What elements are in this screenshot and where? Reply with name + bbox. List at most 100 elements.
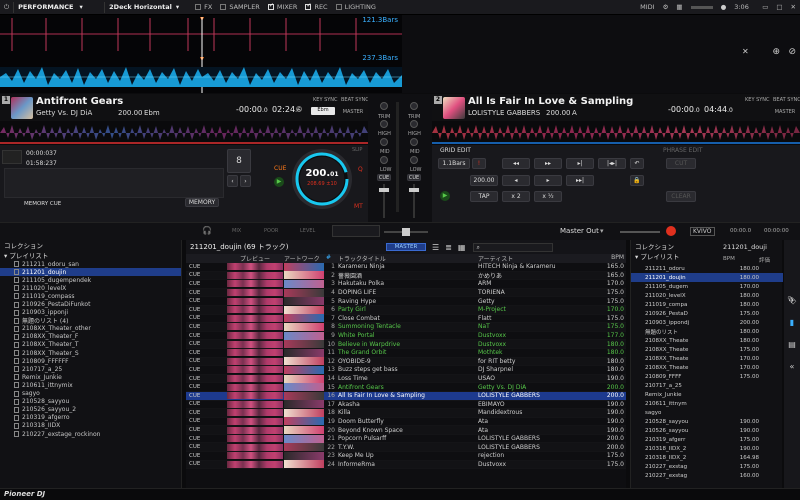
- col-title[interactable]: トラックタイトル: [338, 254, 478, 263]
- tree-playlist-item[interactable]: 210319_afgerro: [0, 414, 181, 422]
- search-input[interactable]: ⌕: [473, 242, 554, 252]
- tree-playlist-item[interactable]: 210227_exstage_rockinon: [0, 430, 181, 438]
- beat-sync-label[interactable]: BEAT SYNC: [341, 97, 369, 103]
- table-row[interactable]: CUE 8 Summoning Tentacle NaT 175.0: [186, 322, 626, 332]
- headphones-icon[interactable]: 🎧: [202, 226, 212, 235]
- clear-button[interactable]: CLEAR: [666, 191, 696, 202]
- deck-2-waveform[interactable]: [432, 121, 800, 145]
- crossfader[interactable]: [384, 228, 428, 236]
- grid-reset-button[interactable]: |◂▸|: [598, 158, 626, 169]
- mini-row[interactable]: 210318_IIDX_2 190.00: [631, 444, 783, 453]
- eject-icon[interactable]: [296, 106, 302, 112]
- mini-row[interactable]: 2108XX_Theate 170.00: [631, 354, 783, 363]
- table-row[interactable]: CUE 11 The Grand Orbit Mothtek 180.0: [186, 348, 626, 358]
- tree-playlist-item[interactable]: 210809_FFFFFF: [0, 357, 181, 365]
- layout-icon[interactable]: ▤: [784, 340, 800, 362]
- memory-cue-list[interactable]: [4, 168, 224, 198]
- tree-playlist-item[interactable]: 211020_levelX: [0, 284, 181, 292]
- table-row[interactable]: CUE 10 Believe in Warpdrive Dustvoxx 180.0: [186, 340, 626, 349]
- collapse-icon[interactable]: «: [784, 362, 800, 384]
- master-out-dropdown[interactable]: ▾: [600, 227, 604, 235]
- master-tempo-button[interactable]: MT: [354, 203, 363, 210]
- tag-icon[interactable]: 🏷: [784, 240, 800, 305]
- play-button[interactable]: ▶: [440, 191, 450, 201]
- mini-row[interactable]: 210611_ittnym: [631, 399, 783, 408]
- channel-fader-1[interactable]: [379, 184, 389, 218]
- x2-button[interactable]: x 2: [502, 191, 530, 202]
- tree-playlist-item[interactable]: 210717_a_25: [0, 365, 181, 373]
- mini-row[interactable]: 210926_PestaD 175.00: [631, 309, 783, 318]
- tree-playlists[interactable]: ▾ プレイリスト: [0, 250, 181, 260]
- grid-marker-icon[interactable]: !: [472, 158, 486, 169]
- mini-collection[interactable]: コレクション: [635, 241, 674, 251]
- half-button[interactable]: x ½: [534, 191, 562, 202]
- toggle-sampler[interactable]: SAMPLER: [216, 0, 263, 15]
- mini-row[interactable]: sagyo: [631, 408, 783, 417]
- table-row[interactable]: CUE 13 Buzz steps get bass DJ Sharpnel 180.0: [186, 365, 626, 375]
- key-sync-label[interactable]: KEY SYNC: [745, 97, 770, 103]
- mini-row[interactable]: 211019_compa 180.00: [631, 300, 783, 309]
- tree-playlist-item[interactable]: 211211_odoru_san: [0, 260, 181, 268]
- tree-playlist-item[interactable]: 無題のリスト (4): [0, 317, 181, 325]
- toggle-mixer[interactable]: MIXER: [264, 0, 302, 15]
- tree-playlist-item[interactable]: 210526_sayyou_2: [0, 406, 181, 414]
- beat-jump-back-button[interactable]: ‹: [227, 175, 238, 187]
- mini-row[interactable]: Remix_Junkie: [631, 390, 783, 399]
- tree-playlist-item[interactable]: 211201_doujin: [0, 268, 181, 277]
- table-row[interactable]: CUE 6 Party Girl M-Project 170.0: [186, 305, 626, 315]
- mini-row[interactable]: 210717_a_25: [631, 381, 783, 390]
- mode-dropdown[interactable]: PERFORMANCE ▾: [14, 0, 104, 15]
- mini-row[interactable]: 2108XX_Theate 170.00: [631, 363, 783, 372]
- beat-sync-label[interactable]: BEAT SYNC: [773, 97, 800, 103]
- table-row[interactable]: CUE 4 DOPING LIFE TORIENA 175.0: [186, 288, 626, 298]
- beat-jump-fwd-button[interactable]: ›: [240, 175, 251, 187]
- slip-button[interactable]: SLIP: [352, 147, 362, 153]
- jog-wheel[interactable]: 200.01 208.69 ±10: [292, 149, 352, 209]
- tree-playlist-item[interactable]: 2108XX_Theater_other: [0, 325, 181, 333]
- grid-shift-left-button[interactable]: ◂◂: [502, 158, 530, 169]
- grid-fwd-button[interactable]: ▸|: [566, 158, 594, 169]
- key-sync-button[interactable]: Ebm: [311, 107, 335, 115]
- deck-1-waveform[interactable]: [0, 121, 368, 145]
- table-row[interactable]: CUE 23 Keep Me Up rejection 175.0: [186, 451, 626, 461]
- detail-view-icon[interactable]: ≣: [445, 243, 452, 252]
- waveform-overview[interactable]: 121.3Bars 237.3Bars: [0, 15, 402, 93]
- play-button[interactable]: ▶: [274, 177, 284, 187]
- toggle-rec[interactable]: REC: [301, 0, 331, 15]
- app-logo-icon[interactable]: ⏻: [0, 0, 13, 15]
- tree-playlist-item[interactable]: 210318_IIDX: [0, 422, 181, 430]
- trim-knob-1[interactable]: [380, 102, 388, 110]
- cue-button[interactable]: CUE: [274, 165, 286, 172]
- col-preview[interactable]: プレビュー: [226, 254, 284, 263]
- table-row[interactable]: CUE 24 InformeRma Dustvoxx 175.0: [186, 460, 626, 470]
- table-row[interactable]: CUE 9 White Portal Dustvoxx 177.0: [186, 331, 626, 341]
- maximize-button[interactable]: □: [772, 0, 786, 15]
- close-button[interactable]: ✕: [787, 0, 800, 15]
- undo-icon[interactable]: ↶: [630, 158, 644, 169]
- layout-dropdown[interactable]: 2Deck Horizontal ▾: [105, 0, 191, 15]
- channel-fader-2[interactable]: [409, 184, 419, 218]
- mini-row[interactable]: 211105_dugem 170.00: [631, 282, 783, 291]
- mini-col-rating[interactable]: 評価: [759, 256, 770, 264]
- table-row[interactable]: CUE 15 Antifront Gears Getty Vs. DJ DiA 200.…: [186, 383, 626, 392]
- mid-knob-1[interactable]: [380, 138, 388, 146]
- mini-row[interactable]: 210526_sayyou 190.00: [631, 426, 783, 435]
- mini-row[interactable]: 211201_doujin 180.00: [631, 273, 783, 282]
- mid-knob-2[interactable]: [410, 138, 418, 146]
- zoom-icon[interactable]: ⊕: [772, 47, 780, 57]
- table-row[interactable]: CUE 21 Popcorn Pulsarff LOLISTYLE GABBERS 20…: [186, 434, 626, 444]
- volume-slider[interactable]: [687, 0, 717, 15]
- tree-playlist-item[interactable]: 2108XX_Theater_T: [0, 341, 181, 349]
- tree-playlist-item[interactable]: 2108XX_Theater_S: [0, 349, 181, 357]
- grid-next-button[interactable]: ▸: [534, 175, 562, 186]
- hi-knob-2[interactable]: [410, 120, 418, 128]
- mini-row[interactable]: 210319_afgerr 175.00: [631, 435, 783, 444]
- midi-button[interactable]: MIDI: [636, 0, 658, 15]
- table-row[interactable]: CUE 19 Doom Butterfly Ata 190.0: [186, 417, 626, 427]
- table-row[interactable]: CUE 3 Hakutaku Polka ARM 170.0: [186, 279, 626, 289]
- mini-col-bpm[interactable]: BPM: [723, 256, 735, 262]
- grid-view-icon[interactable]: ▦: [458, 243, 466, 252]
- table-row[interactable]: CUE 5 Raving Hype Getty 175.0: [186, 297, 626, 306]
- list-view-icon[interactable]: ☰: [432, 243, 439, 252]
- mini-row[interactable]: 211020_levelX 180.00: [631, 291, 783, 300]
